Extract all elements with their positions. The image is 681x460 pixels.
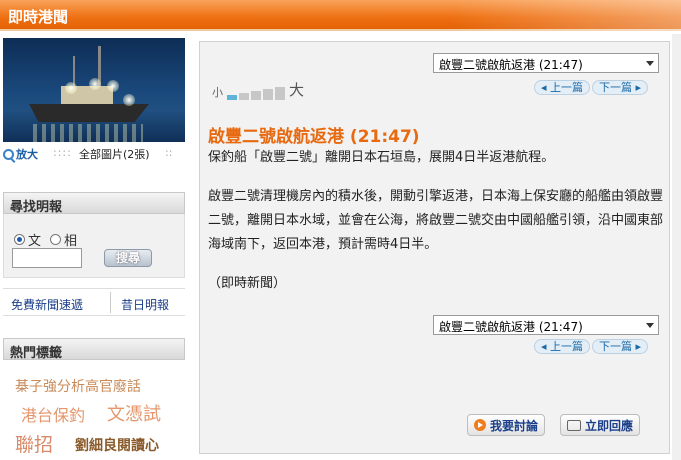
search-panel-title: 尋找明報 [3,192,185,215]
search-input[interactable] [12,248,82,268]
dotted-separator: :::: [53,146,72,159]
divider [110,292,111,313]
next-article-button[interactable]: 下一篇 ▸ [592,339,649,354]
hot-tag[interactable]: 文憑試 [107,400,161,426]
font-level-bar[interactable] [239,93,249,100]
pager-top: ◂ 上一篇 下一篇 ▸ [534,80,649,95]
pager-bottom: ◂ 上一篇 下一篇 ▸ [534,339,649,354]
search-panel: 文 相 搜尋 [3,214,185,278]
article-paragraph: 啟豐二號清理機房內的積水後，開動引擎返港，日本海上保安廳的船艦由領啟豐二號，離開… [208,189,664,252]
reply-label: 立即回應 [585,418,634,433]
header-fade [451,0,681,31]
hot-tag[interactable]: 聯招 [15,430,53,457]
radio-text-label: 文 [28,234,42,249]
ship-light [89,78,101,90]
comment-icon [567,419,581,431]
photo-links: 放大 :::: 全部圖片(2張) :: [3,146,185,162]
radio-photo[interactable] [50,234,62,245]
ship-light [107,80,119,92]
article-select-value: 啟豐二號啟航返港 (21:47) [439,320,583,334]
next-article-button[interactable]: 下一篇 ▸ [592,80,649,95]
font-size-control[interactable]: 小 大 [212,79,304,100]
past-paper-link[interactable]: 昔日明報 [121,296,169,313]
article-select-top[interactable]: 啟豐二號啟航返港 (21:47) [433,53,659,73]
header-bar: 即時港聞 [0,0,681,31]
prev-article-button[interactable]: ◂ 上一篇 [534,80,591,95]
reply-button[interactable]: 立即回應 [560,414,641,436]
font-small-label: 小 [212,86,223,99]
font-level-bar[interactable] [275,87,285,100]
font-level-bar[interactable] [263,89,273,100]
article-select-value: 啟豐二號啟航返港 (21:47) [439,58,583,72]
discuss-label: 我要討論 [490,418,539,433]
search-button[interactable]: 搜尋 [104,249,152,267]
article-paragraph: 保釣船「啟豐二號」離開日本石垣島，展開4日半返港航程。 [208,150,555,165]
next-label: 下一篇 [599,340,633,353]
prev-label: 上一篇 [550,340,584,353]
hot-tag[interactable]: 港台保釣 [21,402,85,426]
zoom-link[interactable]: 放大 [3,146,38,162]
quick-links: 免費新聞速遞 昔日明報 [3,288,185,316]
dotted-separator: :: [165,146,173,159]
next-label: 下一篇 [599,81,633,94]
dropdown-arrow-icon [646,61,654,66]
hot-tags-title: 熱門標籤 [3,338,185,361]
font-big-label: 大 [289,81,305,99]
ship-hull [29,104,149,122]
hot-tag[interactable]: 劉細良閱讀心 [75,435,159,455]
hot-tags-panel: 棊子強分析高官廢話 港台保釣 文憑試 聯招 劉細良閱讀心 [3,362,185,460]
play-icon [474,419,486,431]
ship-light [65,82,77,94]
prev-article-button[interactable]: ◂ 上一篇 [534,339,591,354]
search-type-options: 文 相 [14,230,77,249]
page-scrollbar[interactable] [672,34,681,460]
all-photos-link[interactable]: 全部圖片(2張) [79,146,150,162]
article-source: （即時新聞） [208,276,287,291]
font-level-bar[interactable] [227,95,237,100]
magnifier-icon [3,148,14,160]
free-news-link[interactable]: 免費新聞速遞 [11,296,83,313]
prev-label: 上一篇 [550,81,584,94]
font-level-bar[interactable] [251,91,261,100]
article-panel: 啟豐二號啟航返港 (21:47) 小 大 ◂ 上一篇 下一篇 ▸ 啟豐二號啟航返… [199,41,670,454]
hot-tag[interactable]: 棊子強分析高官廢話 [15,376,141,396]
zoom-label: 放大 [16,148,38,161]
water-reflection [33,124,143,142]
article-headline: 啟豐二號啟航返港 (21:47) [208,127,420,147]
article-select-bottom[interactable]: 啟豐二號啟航返港 (21:47) [433,315,659,335]
radio-text[interactable] [14,234,25,245]
ship-light [123,94,135,106]
page-title: 即時港聞 [8,8,69,26]
dropdown-arrow-icon [646,323,654,328]
radio-photo-label: 相 [64,234,78,249]
news-photo[interactable] [3,38,185,142]
discuss-button[interactable]: 我要討論 [467,414,546,436]
